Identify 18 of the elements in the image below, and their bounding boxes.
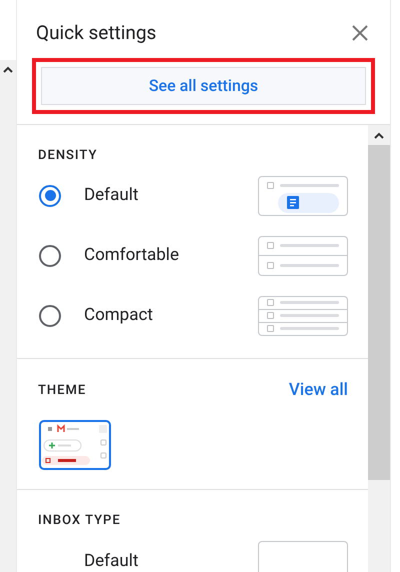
density-label: Compact bbox=[84, 304, 154, 327]
panel-title: Quick settings bbox=[36, 20, 156, 46]
radio-button[interactable] bbox=[39, 304, 61, 326]
view-all-link[interactable]: View all bbox=[288, 378, 348, 403]
scroll-up-icon[interactable] bbox=[374, 132, 384, 138]
radio-button[interactable] bbox=[39, 184, 61, 206]
theme-thumbnail-drawing[interactable] bbox=[39, 420, 111, 470]
radio-button[interactable] bbox=[39, 244, 61, 266]
density-label: Default bbox=[84, 184, 140, 207]
section-heading: INBOX TYPE bbox=[37, 512, 122, 530]
close-icon[interactable] bbox=[352, 25, 368, 41]
scrollbar-thumb[interactable] bbox=[368, 145, 390, 480]
see-all-settings-button[interactable]: See all settings bbox=[41, 67, 366, 105]
section-heading: THEME bbox=[38, 382, 86, 400]
section-heading: DENSITY bbox=[37, 147, 98, 165]
inbox-type-label: Default bbox=[84, 550, 140, 572]
scroll-up-icon[interactable] bbox=[3, 66, 13, 73]
density-label: Comfortable bbox=[84, 244, 180, 267]
